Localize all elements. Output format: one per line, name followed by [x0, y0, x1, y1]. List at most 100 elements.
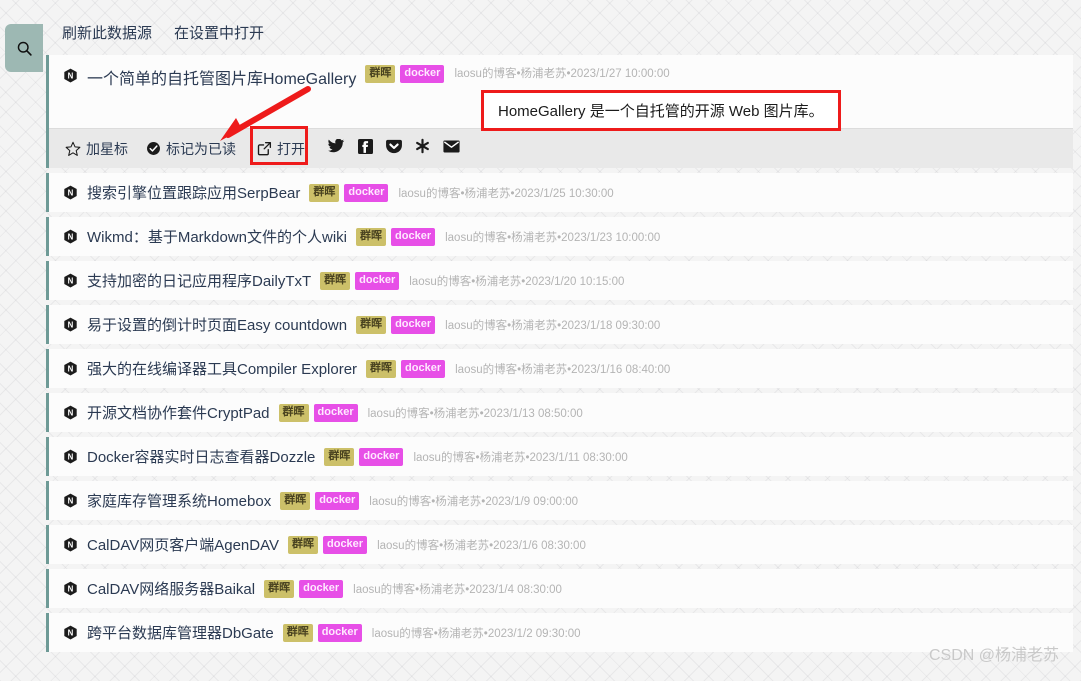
svg-text:N: N	[68, 453, 74, 462]
tag-synology[interactable]: 群晖	[282, 623, 313, 642]
entry-row[interactable]: N 支持加密的日记应用程序DailyTxT 群晖 docker laosu的博客•杨浦…	[46, 261, 1073, 300]
svg-text:N: N	[68, 497, 74, 506]
entry-meta: laosu的博客•杨浦老苏•2023/1/25 10:30:00	[398, 187, 614, 200]
tag-synology[interactable]: 群晖	[264, 579, 295, 598]
entry-tags: 群晖 docker	[320, 271, 400, 290]
tag-synology[interactable]: 群晖	[309, 183, 340, 202]
entry-meta: laosu的博客•杨浦老苏•2023/1/6 08:30:00	[377, 539, 586, 552]
entry-meta: laosu的博客•杨浦老苏•2023/1/23 10:00:00	[445, 231, 661, 244]
hexagon-n-icon: N	[63, 185, 78, 200]
mark-read-button[interactable]: 标记为已读	[146, 139, 236, 159]
tag-synology[interactable]: 群晖	[366, 359, 397, 378]
tag-synology[interactable]: 群晖	[288, 535, 318, 554]
tag-docker[interactable]: docker	[299, 579, 344, 598]
tag-docker[interactable]: docker	[344, 183, 389, 202]
tag-synology[interactable]: 群晖	[356, 315, 387, 334]
entry-row[interactable]: N Docker容器实时日志查看器Dozzle 群晖 docker laosu的博客•…	[46, 437, 1073, 476]
entry-row[interactable]: N 跨平台数据库管理器DbGate 群晖 docker laosu的博客•杨浦老苏•2…	[46, 613, 1073, 652]
twitter-icon[interactable]	[328, 138, 345, 159]
tag-docker[interactable]: docker	[317, 623, 362, 642]
entry-title: 跨平台数据库管理器DbGate	[87, 625, 274, 642]
entry-title: Wikmd：基于Markdown文件的个人wiki	[87, 229, 348, 246]
hexagon-n-icon: N	[63, 317, 78, 332]
entry-title: 开源文档协作套件CryptPad	[87, 405, 270, 422]
entry-row[interactable]: N CalDAV网络服务器Baikal 群晖 docker laosu的博客•杨浦老苏…	[46, 569, 1073, 608]
main-content: 刷新此数据源 在设置中打开 N 一个简单的自托管图片库HomeGallery 群…	[40, 0, 1081, 681]
tag-docker[interactable]: docker	[401, 359, 446, 378]
tag-synology[interactable]: 群晖	[320, 271, 351, 290]
star-button[interactable]: 加星标	[65, 139, 128, 159]
entry-meta: laosu的博客•杨浦老苏•2023/1/18 09:30:00	[445, 319, 661, 332]
tag-synology[interactable]: 群晖	[365, 65, 396, 83]
tag-synology[interactable]: 群晖	[356, 227, 387, 246]
search-button[interactable]	[5, 24, 43, 72]
entry-row[interactable]: N 开源文档协作套件CryptPad 群晖 docker laosu的博客•杨浦老苏•…	[46, 393, 1073, 432]
entry-meta: laosu的博客•杨浦老苏•2023/1/11 08:30:00	[413, 451, 628, 464]
open-button[interactable]: 打开	[250, 125, 312, 165]
tag-docker[interactable]: docker	[359, 447, 404, 466]
svg-text:N: N	[68, 321, 74, 330]
feed-reader-app: 刷新此数据源 在设置中打开 N 一个简单的自托管图片库HomeGallery 群…	[0, 0, 1081, 681]
svg-text:N: N	[68, 277, 74, 286]
star-icon	[65, 141, 81, 157]
entry-tags: 群晖 docker	[288, 535, 368, 554]
tag-synology[interactable]: 群晖	[280, 491, 311, 510]
entry-row[interactable]: N 易于设置的倒计时页面Easy countdown 群晖 docker laosu的…	[46, 305, 1073, 344]
entry-title: 搜索引擎位置跟踪应用SerpBear	[87, 185, 301, 202]
open-button-label: 打开	[277, 140, 305, 157]
entry-row[interactable]: N 搜索引擎位置跟踪应用SerpBear 群晖 docker laosu的博客•杨浦老…	[46, 173, 1073, 212]
entry-title: 强大的在线编译器工具Compiler Explorer	[87, 361, 358, 378]
entry-meta: laosu的博客•杨浦老苏•2023/1/2 09:30:00	[371, 627, 581, 640]
tag-docker[interactable]: docker	[313, 403, 358, 422]
entry-row[interactable]: N Wikmd：基于Markdown文件的个人wiki 群晖 docker laosu…	[46, 217, 1073, 256]
hexagon-n-icon: N	[63, 493, 78, 508]
entry-tags: 群晖 docker	[356, 315, 436, 334]
open-in-settings-link[interactable]: 在设置中打开	[174, 22, 264, 43]
hexagon-n-icon: N	[63, 581, 78, 596]
hexagon-n-icon: N	[63, 537, 78, 552]
tag-synology[interactable]: 群晖	[278, 403, 309, 422]
hexagon-n-icon: N	[63, 68, 78, 83]
star-button-label: 加星标	[86, 140, 128, 157]
entry-row[interactable]: N 家庭库存管理系统Homebox 群晖 docker laosu的博客•杨浦老苏•2…	[46, 481, 1073, 520]
expanded-entry-header[interactable]: N 一个简单的自托管图片库HomeGallery 群晖 docker laosu…	[49, 55, 1073, 131]
entry-tags: 群晖 docker	[356, 227, 436, 246]
entry-tags: 群晖 docker	[366, 359, 446, 378]
tag-docker[interactable]: docker	[400, 65, 445, 83]
svg-text:N: N	[68, 541, 74, 550]
tag-docker[interactable]: docker	[391, 227, 436, 246]
check-circle-icon	[146, 141, 161, 156]
entry-title: 家庭库存管理系统Homebox	[87, 493, 272, 510]
entry-title: 易于设置的倒计时页面Easy countdown	[87, 317, 348, 334]
pocket-icon[interactable]	[386, 139, 402, 159]
entry-action-toolbar: 加星标 标记为已读 打开	[49, 125, 1073, 168]
facebook-icon[interactable]	[358, 138, 373, 159]
asterisk-icon[interactable]	[415, 138, 430, 159]
hexagon-n-icon: N	[63, 449, 78, 464]
refresh-source-link[interactable]: 刷新此数据源	[62, 22, 152, 43]
callout-text: HomeGallery 是一个自托管的开源 Web 图片库。	[498, 103, 824, 120]
entry-meta: laosu的博客•杨浦老苏•2023/1/13 08:50:00	[367, 407, 583, 420]
svg-text:N: N	[68, 365, 74, 374]
tag-docker[interactable]: docker	[355, 271, 400, 290]
entry-row[interactable]: N 强大的在线编译器工具Compiler Explorer 群晖 docker lao…	[46, 349, 1073, 388]
hexagon-n-icon: N	[63, 229, 78, 244]
share-icons	[328, 138, 460, 159]
svg-text:N: N	[68, 233, 74, 242]
entry-title: Docker容器实时日志查看器Dozzle	[87, 449, 316, 466]
entry-meta: laosu的博客•杨浦老苏•2023/1/16 08:40:00	[455, 363, 671, 376]
tag-synology[interactable]: 群晖	[324, 447, 355, 466]
svg-text:N: N	[68, 629, 74, 638]
email-icon[interactable]	[443, 140, 460, 158]
tag-docker[interactable]: docker	[315, 491, 360, 510]
entry-meta: laosu的博客•杨浦老苏•2023/1/9 09:00:00	[369, 495, 579, 508]
entry-title: CalDAV网页客户端AgenDAV	[87, 537, 279, 554]
svg-text:N: N	[68, 409, 74, 418]
entry-tags: 群晖 docker	[278, 403, 358, 422]
entry-title: 支持加密的日记应用程序DailyTxT	[87, 273, 312, 290]
entry-tags: 群晖 docker	[264, 579, 344, 598]
tag-docker[interactable]: docker	[391, 315, 436, 334]
svg-text:N: N	[68, 72, 74, 81]
tag-docker[interactable]: docker	[323, 535, 368, 554]
entry-row[interactable]: N CalDAV网页客户端AgenDAV 群晖 docker laosu的博客•杨浦老…	[46, 525, 1073, 564]
